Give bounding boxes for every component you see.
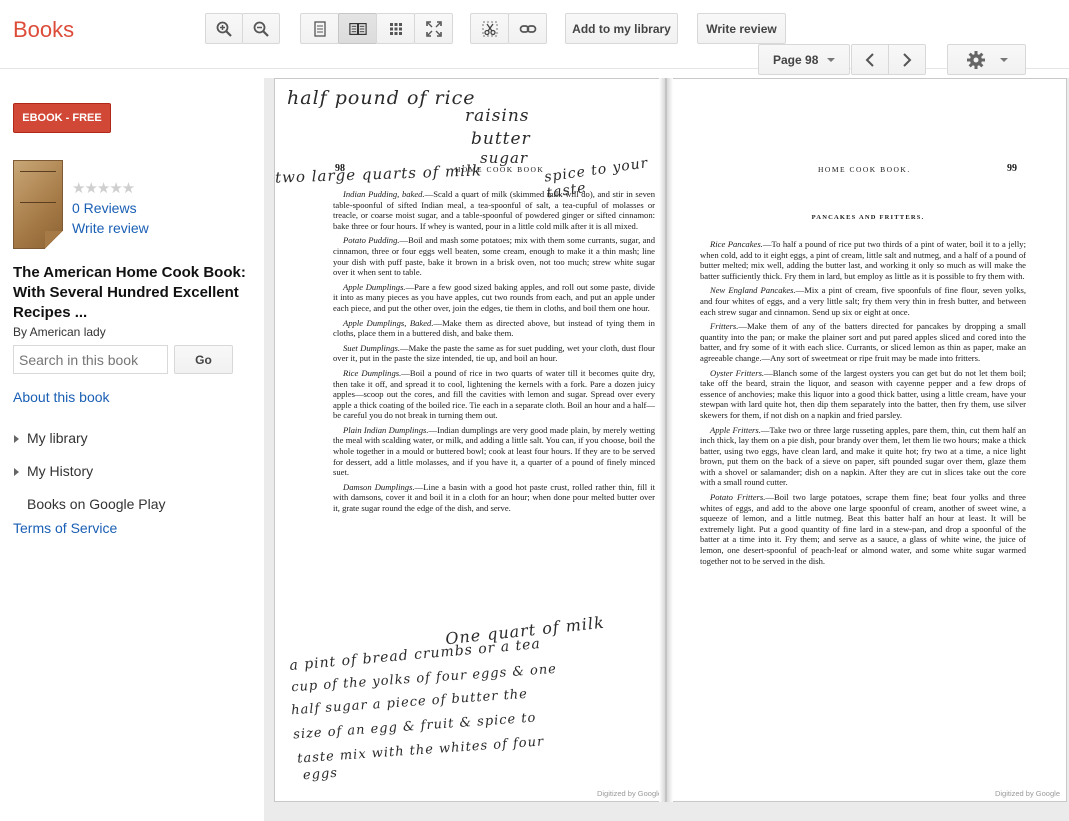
- grid-icon: [389, 22, 402, 35]
- book-title: The American Home Cook Book: With Severa…: [13, 264, 246, 321]
- google-watermark: Digitized by Google: [596, 789, 662, 798]
- search-go-button[interactable]: Go: [174, 345, 233, 374]
- handwritten-notes: One quart of milk a pint of bread crumbs…: [289, 613, 665, 799]
- my-library-label: My library: [27, 430, 88, 446]
- right-page-text: Rice Pancakes.—To half a pound of rice p…: [700, 239, 1026, 570]
- link-icon: [519, 24, 536, 33]
- my-history-label: My History: [27, 463, 94, 479]
- page-selector[interactable]: Page 98: [758, 44, 850, 75]
- chevron-down-icon: [999, 57, 1008, 62]
- thumbnail-view-button[interactable]: [376, 13, 415, 44]
- zoom-in-button[interactable]: [205, 13, 243, 44]
- handwriting-line: half pound of rice: [287, 87, 476, 109]
- recipe-paragraph: Plain Indian Dumplings.—Indian dumplings…: [333, 425, 655, 478]
- book-cover-thumbnail[interactable]: [13, 160, 63, 249]
- left-page-text: Indian Pudding, baked.—Scald a quart of …: [333, 189, 655, 518]
- recipe-title: Apple Dumplings, Baked.: [343, 317, 434, 328]
- left-page[interactable]: half pound of rice raisins butter sugar …: [274, 78, 669, 802]
- sidebar-write-review-link[interactable]: Write review: [72, 220, 149, 236]
- recipe-title: Apple Fritters.: [710, 424, 761, 435]
- recipe-paragraph: Damson Dumplings.—Line a basin with a go…: [333, 482, 655, 514]
- cover-title-block: [20, 171, 56, 203]
- write-review-button[interactable]: Write review: [697, 13, 786, 44]
- two-page-view-button[interactable]: [338, 13, 377, 44]
- add-to-library-button[interactable]: Add to my library: [565, 13, 678, 44]
- chevron-left-icon: [865, 52, 874, 67]
- section-title: PANCAKES AND FRITTERS.: [811, 214, 925, 221]
- recipe-title: Indian Pudding, baked.: [343, 189, 425, 199]
- recipe-title: Damson Dumplings.: [343, 481, 415, 492]
- page-curl-icon: [45, 231, 63, 249]
- link-button[interactable]: [508, 13, 547, 44]
- recipe-paragraph: Rice Pancakes.—To half a pound of rice p…: [700, 239, 1026, 281]
- recipe-text: —Make them of any of the batters directe…: [700, 321, 1026, 363]
- page-number: 99: [1007, 163, 1017, 174]
- recipe-paragraph: Suet Dumplings.—Make the paste the same …: [333, 343, 655, 364]
- recipe-title: Apple Dumplings.: [343, 281, 406, 292]
- google-watermark: Digitized by Google: [994, 789, 1060, 798]
- handwriting-line: two large quarts of milk: [274, 161, 483, 187]
- recipe-title: New England Pancakes.: [710, 285, 796, 296]
- right-page[interactable]: HOME COOK BOOK. 99 PANCAKES AND FRITTERS…: [669, 78, 1067, 802]
- recipe-paragraph: Indian Pudding, baked.—Scald a quart of …: [333, 189, 655, 231]
- two-page-icon: [348, 22, 367, 35]
- terms-of-service-link[interactable]: Terms of Service: [13, 520, 117, 536]
- chevron-down-icon: [827, 57, 836, 62]
- book-author: By American lady: [13, 325, 106, 339]
- page-number: 98: [335, 163, 345, 174]
- recipe-title: Fritters.: [710, 321, 739, 332]
- recipe-title: Potato Fritters.: [710, 492, 766, 503]
- zoom-out-button[interactable]: [242, 13, 280, 44]
- recipe-paragraph: Apple Dumplings, Baked.—Make them as dir…: [333, 318, 655, 339]
- fullscreen-button[interactable]: [414, 13, 453, 44]
- sidebar: EBOOK - FREE ★★★★★ 0 Reviews Write revie…: [0, 69, 262, 821]
- handwriting-line: eggs: [302, 765, 339, 784]
- handwriting-line: butter: [471, 129, 531, 149]
- zoom-out-icon: [253, 21, 269, 37]
- recipe-paragraph: Oyster Fritters.—Blanch some of the larg…: [700, 368, 1026, 421]
- chevron-right-icon: [903, 52, 912, 67]
- my-history-item[interactable]: My History: [14, 463, 93, 479]
- books-logo[interactable]: Books: [13, 17, 74, 43]
- recipe-title: Plain Indian Dumplings.: [343, 424, 429, 435]
- recipe-title: Potato Pudding.: [343, 235, 400, 246]
- page-selector-label: Page 98: [773, 52, 819, 67]
- books-on-google-play-link[interactable]: Books on Google Play: [27, 496, 166, 512]
- zoom-in-icon: [216, 21, 232, 37]
- recipe-paragraph: Potato Fritters.—Boil two large potatoes…: [700, 492, 1026, 566]
- clip-button[interactable]: [470, 13, 509, 44]
- next-page-button[interactable]: [888, 44, 926, 75]
- recipe-title: Rice Dumplings.: [343, 367, 402, 378]
- previous-page-button[interactable]: [851, 44, 889, 75]
- recipe-title: Suet Dumplings.: [343, 342, 401, 353]
- running-head: HOME COOK BOOK: [455, 165, 545, 174]
- recipe-paragraph: Potato Pudding.—Boil and mash some potat…: [333, 235, 655, 277]
- recipe-title: Oyster Fritters.: [710, 367, 765, 378]
- fullscreen-icon: [425, 20, 442, 37]
- book-gutter: [659, 78, 673, 802]
- my-library-item[interactable]: My library: [14, 430, 88, 446]
- recipe-paragraph: Fritters.—Make them of any of the batter…: [700, 321, 1026, 363]
- gear-icon: [966, 50, 985, 69]
- recipe-paragraph: Apple Dumplings.—Pare a few good sized b…: [333, 282, 655, 314]
- handwriting-line: raisins: [465, 106, 530, 126]
- search-in-book-input[interactable]: [13, 345, 168, 374]
- recipe-text: —Boil two large potatoes, scrape them fi…: [700, 492, 1026, 566]
- ebook-free-button[interactable]: EBOOK - FREE: [13, 103, 111, 133]
- expand-triangle-icon: [14, 468, 19, 477]
- running-head: HOME COOK BOOK.: [818, 165, 911, 174]
- recipe-paragraph: Rice Dumplings.—Boil a pound of rice in …: [333, 368, 655, 421]
- single-page-view-button[interactable]: [300, 13, 339, 44]
- book-viewer[interactable]: half pound of rice raisins butter sugar …: [264, 78, 1069, 821]
- expand-triangle-icon: [14, 435, 19, 444]
- recipe-paragraph: Apple Fritters.—Take two or three large …: [700, 425, 1026, 489]
- about-this-book-link[interactable]: About this book: [13, 389, 110, 405]
- rating-stars: ★★★★★: [72, 180, 135, 197]
- single-page-icon: [313, 20, 326, 37]
- settings-button[interactable]: [947, 44, 1026, 75]
- reviews-link[interactable]: 0 Reviews: [72, 200, 137, 216]
- recipe-title: Rice Pancakes.: [710, 239, 763, 249]
- scissors-icon: [482, 21, 497, 36]
- recipe-paragraph: New England Pancakes.—Mix a pint of crea…: [700, 285, 1026, 317]
